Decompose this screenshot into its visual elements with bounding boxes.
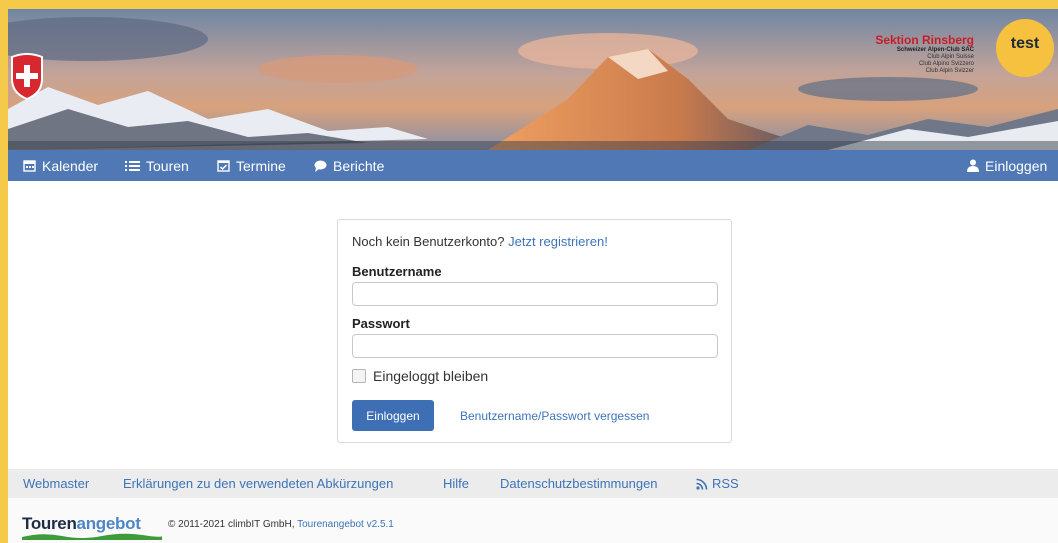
rss-label: RSS [712,476,739,491]
footer-link-rss[interactable]: RSS [696,476,739,491]
login-button[interactable]: Einloggen [352,400,434,431]
list-icon [125,160,140,172]
footer-link-webmaster[interactable]: Webmaster [23,476,89,491]
left-frame-border [0,0,8,543]
user-icon [967,159,979,172]
logo-grass-wave [22,533,162,540]
section-title: Sektion Rinsberg [875,33,974,47]
nav-label-touren: Touren [146,157,189,174]
register-link[interactable]: Jetzt registrieren! [508,234,608,249]
nav-termine[interactable]: Termine [217,150,286,181]
main-navbar: Kalender Touren Termine Berichte Einlogg… [8,150,1058,181]
swiss-shield-icon [11,53,43,101]
calendar-icon [23,159,36,172]
remember-label: Eingeloggt bleiben [373,368,489,384]
tourenangebot-logo: Tourenangebot [22,514,141,534]
org-line-2: Club Alpin Suisse [927,54,974,60]
footer-links-bar: Webmaster Erklärungen zu den verwendeten… [8,469,1058,498]
calendar-check-icon [217,159,230,172]
login-card: Noch kein Benutzerkonto? Jetzt registrie… [337,219,732,443]
footer-link-abbreviations[interactable]: Erklärungen zu den verwendeten Abkürzung… [123,476,393,491]
copyright: © 2011-2021 climbIT GmbH, Tourenangebot … [168,519,394,530]
nav-label-termine: Termine [236,157,286,174]
footer-link-privacy[interactable]: Datenschutzbestimmungen [500,476,658,491]
test-badge: test [996,19,1054,77]
org-line-1: Schweizer Alpen-Club SAC [896,47,974,53]
rss-icon [696,478,708,490]
brand-part-2: angebot [76,514,141,533]
username-input[interactable] [352,282,718,306]
nav-touren[interactable]: Touren [125,150,189,181]
footer-bottom: Tourenangebot © 2011-2021 climbIT GmbH, … [8,498,1058,543]
remember-me[interactable]: Eingeloggt bleiben [352,368,488,384]
footer-link-help[interactable]: Hilfe [443,476,469,491]
mountain-panorama [8,9,1058,150]
no-account-line: Noch kein Benutzerkonto? Jetzt registrie… [352,234,608,249]
nav-label-berichte: Berichte [333,157,385,174]
club-logo-text: Sektion Rinsberg Schweizer Alpen-Club SA… [875,33,974,75]
speech-bubble-icon [314,160,327,172]
forgot-password-link[interactable]: Benutzername/Passwort vergessen [460,409,649,423]
header-banner: Sektion Rinsberg Schweizer Alpen-Club SA… [8,9,1058,150]
nav-kalender[interactable]: Kalender [23,150,98,181]
copyright-text: © 2011-2021 climbIT GmbH, [168,519,295,530]
nav-label-einloggen: Einloggen [985,157,1048,174]
org-line-4: Club Alpin Svizzer [925,68,974,74]
version-link[interactable]: Tourenangebot v2.5.1 [297,519,394,530]
username-label: Benutzername [352,264,442,279]
nav-berichte[interactable]: Berichte [314,150,384,181]
nav-einloggen[interactable]: Einloggen [967,150,1047,181]
remember-checkbox[interactable] [352,369,366,383]
top-frame-border [0,0,1058,9]
org-line-3: Club Alpino Svizzero [918,61,974,67]
brand-part-1: Touren [22,514,77,533]
no-account-text: Noch kein Benutzerkonto? [352,234,505,249]
password-label: Passwort [352,316,410,331]
password-input[interactable] [352,334,718,358]
nav-label-kalender: Kalender [42,157,99,174]
